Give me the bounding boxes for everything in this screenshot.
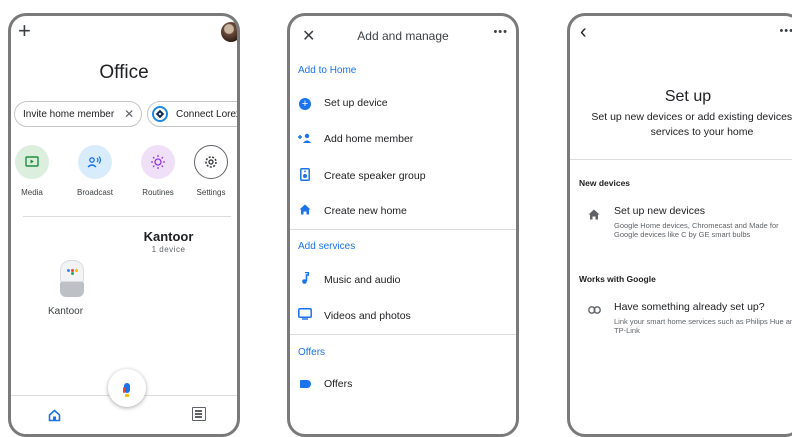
add-icon[interactable]: +	[18, 20, 31, 42]
section-add-services: Add services	[298, 241, 356, 252]
home-icon	[588, 209, 600, 223]
section-works-with-google: Works with Google	[579, 274, 656, 284]
media-button[interactable]: Media	[11, 145, 57, 197]
assistant-mic-button[interactable]	[108, 369, 146, 407]
page-subtitle: Set up new devices or add existing devic…	[591, 111, 792, 138]
divider	[290, 229, 516, 230]
menu-item-label: Set up device	[324, 97, 388, 109]
menu-item-add-home-member[interactable]: Add home member	[298, 132, 413, 146]
home-title: Office	[99, 62, 149, 83]
divider	[570, 159, 792, 160]
menu-item-set-up-device[interactable]: + Set up device	[298, 96, 388, 110]
menu-item-label: Music and audio	[324, 273, 401, 286]
back-arrow-icon[interactable]: ‹	[580, 21, 587, 44]
broadcast-label: Broadcast	[76, 188, 114, 197]
settings-button[interactable]: Settings	[186, 145, 236, 197]
connect-lorex-chip[interactable]: Connect Lorex	[147, 101, 240, 127]
section-offers: Offers	[298, 347, 326, 358]
account-avatar[interactable]	[221, 22, 237, 42]
page-title: Add and manage	[357, 29, 449, 43]
invite-chip-label: Invite home member	[23, 108, 115, 120]
mic-icon	[123, 383, 130, 397]
divider	[23, 216, 231, 217]
home-screen: + Office Invite home member ✕ Connect Lo…	[8, 13, 240, 437]
room-device-count: 1 device	[151, 245, 186, 254]
tv-icon	[298, 308, 312, 323]
lorex-logo-icon	[152, 106, 168, 122]
room-name: Kantoor	[143, 229, 194, 244]
menu-item-create-new-home[interactable]: Create new home	[298, 204, 407, 218]
media-label: Media	[21, 188, 43, 197]
broadcast-button[interactable]: Broadcast	[70, 145, 120, 197]
routines-icon	[141, 145, 175, 179]
invite-home-member-chip[interactable]: Invite home member ✕	[14, 101, 142, 127]
menu-item-label: Offers	[324, 378, 353, 390]
more-options-icon[interactable]: •••	[493, 26, 508, 38]
section-add-to-home: Add to Home	[298, 65, 357, 76]
routines-button[interactable]: Routines	[133, 145, 183, 197]
add-person-icon	[298, 132, 312, 146]
more-options-icon[interactable]: •••	[779, 25, 792, 37]
link-icon	[588, 305, 601, 317]
home-icon	[298, 204, 312, 218]
menu-item-label: Videos and photos	[324, 309, 411, 322]
add-and-manage-screen: ✕ Add and manage ••• Add to Home + Set u…	[287, 13, 519, 437]
menu-item-label: Create speaker group	[324, 170, 426, 182]
menu-item-label: Create new home	[324, 205, 407, 217]
close-icon[interactable]: ✕	[124, 107, 134, 121]
google-home-speaker-icon[interactable]	[60, 260, 84, 297]
set-up-new-devices-option[interactable]: Set up new devices	[614, 205, 705, 217]
tag-icon	[298, 377, 312, 391]
gear-icon	[194, 145, 228, 179]
set-up-screen: ‹ ••• Set up Set up new devices or add e…	[567, 13, 792, 437]
music-note-icon	[298, 271, 312, 287]
routines-label: Routines	[142, 188, 174, 197]
have-something-set-up-option[interactable]: Have something already set up?	[614, 301, 765, 313]
add-circle-icon: +	[298, 96, 312, 110]
home-tab-icon[interactable]	[48, 409, 61, 425]
menu-item-music-and-audio[interactable]: Music and audio	[298, 271, 401, 287]
menu-item-videos-and-photos[interactable]: Videos and photos	[298, 308, 411, 323]
menu-item-create-speaker-group[interactable]: Create speaker group	[298, 168, 426, 184]
media-icon	[15, 145, 49, 179]
menu-item-offers[interactable]: Offers	[298, 377, 352, 391]
settings-label: Settings	[196, 188, 226, 197]
broadcast-icon	[78, 145, 112, 179]
speaker-group-icon	[298, 168, 312, 184]
connect-chip-label: Connect Lorex	[176, 108, 240, 120]
device-label: Kantoor	[48, 306, 84, 317]
page-title: Set up	[664, 88, 712, 105]
option-description: Link your smart home services such as Ph…	[614, 317, 792, 335]
feed-tab-icon[interactable]	[192, 407, 206, 421]
menu-item-label: Add home member	[324, 133, 414, 145]
divider	[290, 334, 516, 335]
option-description: Google Home devices, Chromecast and Made…	[614, 221, 779, 239]
section-new-devices: New devices	[579, 178, 631, 188]
